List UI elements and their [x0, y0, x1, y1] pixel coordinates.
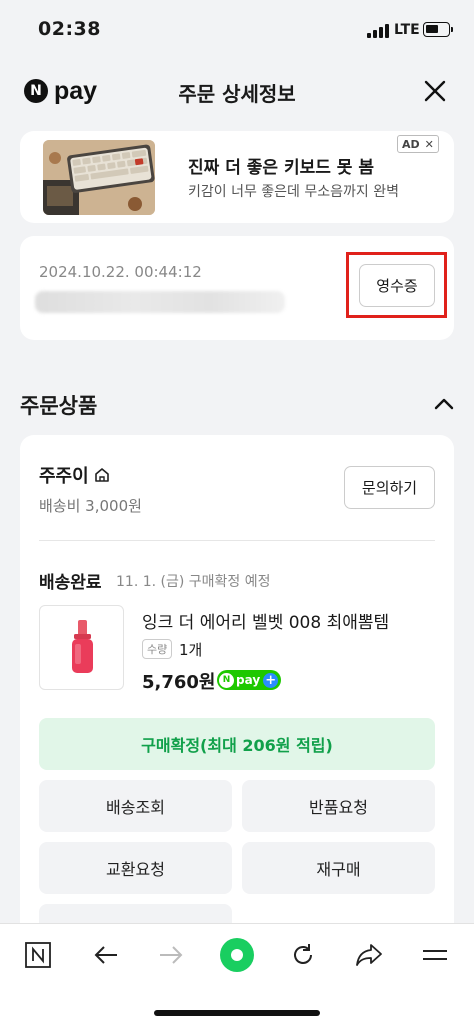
green-dot-button[interactable] [217, 938, 257, 972]
ad-keyboard-image [43, 140, 155, 215]
delivery-note: 11. 1. (금) 구매확정 예정 [116, 574, 271, 590]
order-product-card: 주주이 배송비 3,000원 문의하기 배송완료 11. 1. (금) 구매확정… [20, 435, 454, 955]
delivery-status: 배송완료 [39, 573, 102, 593]
refresh-icon [294, 944, 312, 964]
order-info-card: 2024.10.22. 00:44:12 영수증 [20, 236, 454, 340]
npay-badge-n: N [219, 672, 234, 688]
status-time: 02:38 [38, 18, 101, 40]
quantity-value: 1개 [179, 641, 203, 659]
header: N pay 주문 상세정보 [0, 60, 474, 122]
forward-arrow-icon [160, 946, 183, 964]
seller-name[interactable]: 주주이 [39, 462, 111, 488]
purchase-confirm-button[interactable]: 구매확정(최대 206원 적립) [39, 718, 435, 770]
share-arrow-icon [356, 944, 382, 966]
track-delivery-button[interactable]: 배송조회 [39, 780, 232, 832]
npay-plus-badge: N pay + [217, 670, 282, 690]
home-indicator [154, 1010, 320, 1016]
ad-label: AD [402, 137, 420, 151]
order-datetime: 2024.10.22. 00:44:12 [39, 263, 202, 281]
green-dot-icon [220, 938, 254, 972]
menu-button[interactable] [415, 938, 455, 972]
receipt-button[interactable]: 영수증 [359, 264, 435, 307]
ad-banner[interactable]: 진짜 더 좋은 키보드 못 봄 키감이 너무 좋은데 무소음까지 완벽 AD ✕ [20, 131, 454, 223]
ad-close-icon[interactable]: ✕ [425, 138, 434, 151]
product-name[interactable]: 잉크 더 에어리 벨벳 008 최애뽐템 [142, 608, 389, 633]
npay-badge-plus: + [263, 672, 279, 688]
exchange-request-button[interactable]: 교환요청 [39, 842, 232, 894]
share-button[interactable] [349, 938, 389, 972]
reorder-button[interactable]: 재구매 [242, 842, 435, 894]
section-title: 주문상품 [20, 394, 98, 418]
status-bar: 02:38 LTE [0, 0, 474, 60]
naver-home-button[interactable] [18, 938, 58, 972]
shipping-fee: 배송비 3,000원 [39, 497, 142, 515]
battery-icon [423, 22, 453, 37]
store-home-icon [94, 468, 109, 482]
hamburger-menu-icon [423, 950, 447, 960]
back-button[interactable] [86, 938, 126, 972]
network-label: LTE [394, 22, 420, 38]
seller-name-text: 주주이 [39, 466, 89, 487]
ad-badge[interactable]: AD ✕ [397, 135, 439, 153]
quantity-label: 수량 [142, 639, 173, 659]
close-button[interactable] [420, 76, 450, 106]
page-title: 주문 상세정보 [178, 82, 296, 106]
npay-badge-text: pay [236, 673, 261, 687]
divider [39, 540, 435, 541]
inquiry-button[interactable]: 문의하기 [344, 466, 435, 509]
back-arrow-icon [94, 946, 117, 964]
signal-icon [367, 24, 389, 38]
order-number-redacted [35, 291, 285, 313]
collapse-button[interactable] [432, 394, 456, 414]
ad-title: 진짜 더 좋은 키보드 못 봄 [188, 158, 374, 178]
refresh-button[interactable] [283, 938, 323, 972]
forward-button[interactable] [151, 938, 191, 972]
product-thumbnail[interactable] [39, 605, 124, 690]
ad-description: 키감이 너무 좋은데 무소음까지 완벽 [188, 184, 399, 200]
product-price: 5,760원 [142, 672, 216, 693]
chevron-up-icon [434, 398, 454, 410]
close-icon [424, 80, 446, 102]
return-request-button[interactable]: 반품요청 [242, 780, 435, 832]
browser-toolbar [0, 923, 474, 1025]
naver-n-icon [25, 942, 51, 968]
